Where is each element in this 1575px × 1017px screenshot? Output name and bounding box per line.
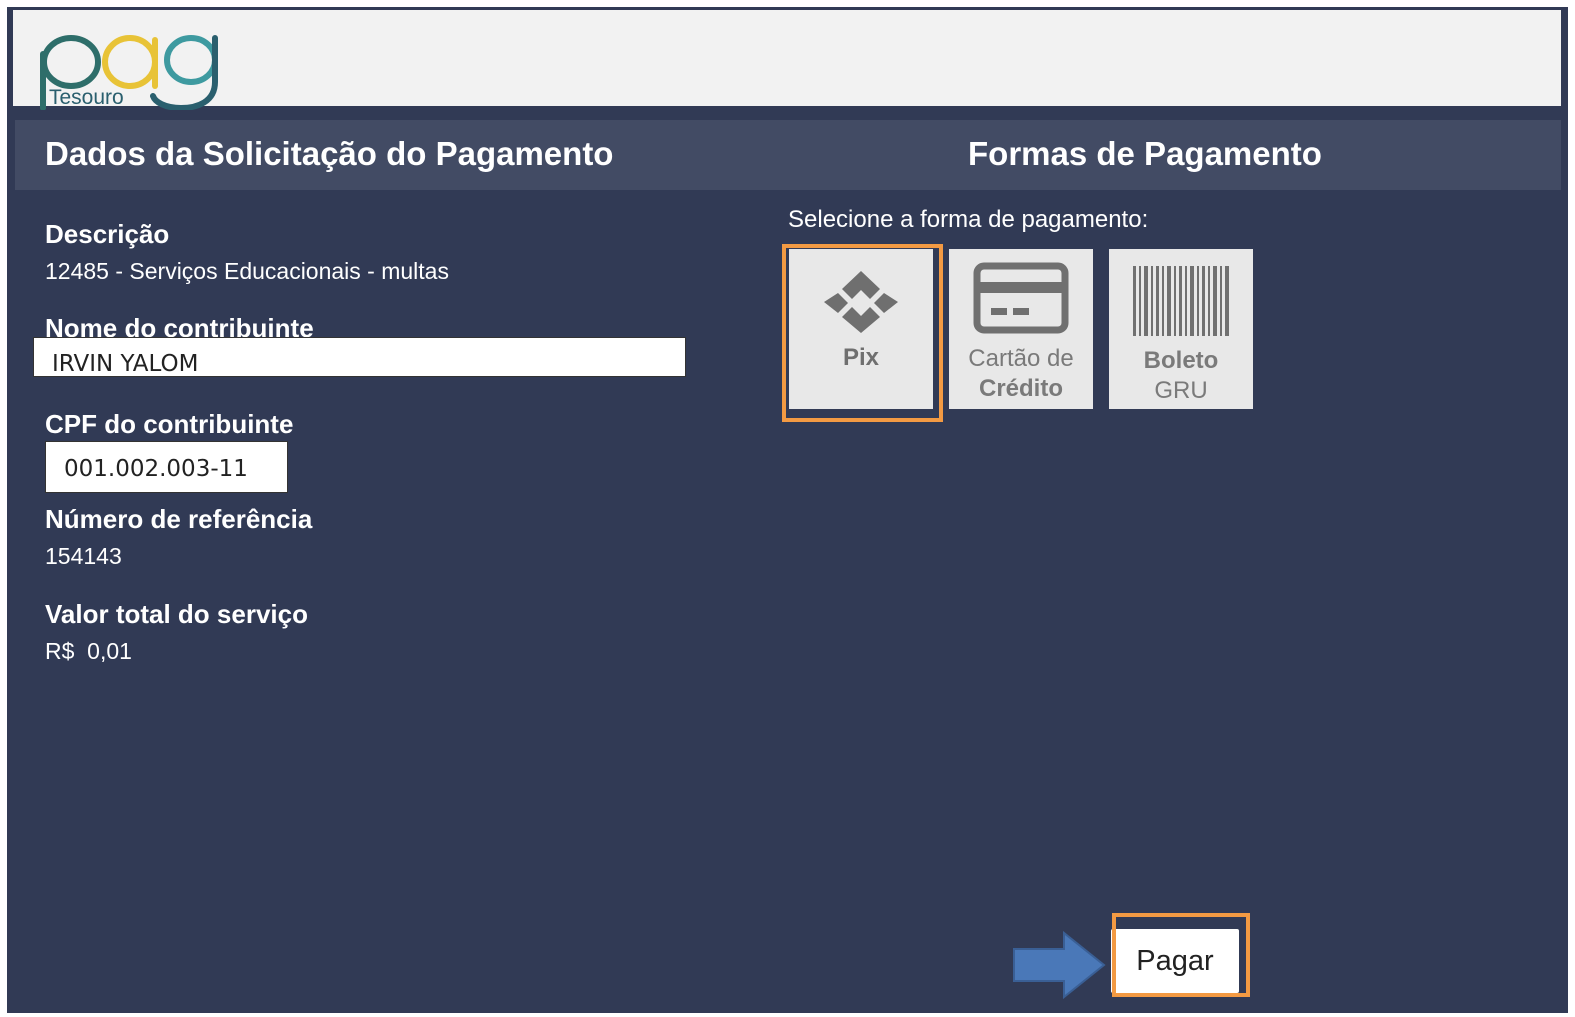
credit-card-icon — [973, 262, 1069, 334]
referencia-value: 154143 — [45, 543, 122, 569]
tesouro-pag-logo: Tesouro — [37, 24, 237, 110]
payment-methods-title: Formas de Pagamento — [968, 135, 1322, 172]
boleto-label-line1: Boleto — [1143, 347, 1219, 374]
pagar-button[interactable]: Pagar — [1111, 929, 1239, 993]
request-data-title: Dados da Solicitação do Pagamento — [45, 135, 614, 172]
card-label-line2: Crédito — [979, 375, 1063, 402]
boleto-label-line2: GRU — [1154, 377, 1208, 404]
arrow-right-icon — [1013, 930, 1106, 1000]
top-bar: Tesouro — [13, 10, 1561, 110]
nome-field: IRVIN YALOM — [33, 337, 686, 377]
cpf-label: CPF do contribuinte — [45, 409, 294, 439]
valor-value: R$ 0,01 — [45, 638, 132, 664]
payment-option-credit-card[interactable]: Cartão de Crédito — [949, 249, 1093, 409]
payment-option-boleto[interactable]: Boleto GRU — [1109, 249, 1253, 409]
referencia-label: Número de referência — [45, 504, 313, 534]
descricao-label: Descrição — [45, 219, 170, 249]
descricao-value: 12485 - Serviços Educacionais - multas — [45, 258, 449, 284]
barcode-icon — [1133, 266, 1229, 336]
pix-selection-highlight — [782, 244, 943, 422]
valor-label: Valor total do serviço — [45, 599, 308, 629]
logo-caption: Tesouro — [49, 86, 124, 109]
section-header: Dados da Solicitação do Pagamento Formas… — [15, 120, 1561, 190]
cpf-field: 001.002.003-11 — [45, 441, 288, 493]
select-payment-label: Selecione a forma de pagamento: — [788, 206, 1149, 233]
card-label-line1: Cartão de — [968, 345, 1074, 372]
